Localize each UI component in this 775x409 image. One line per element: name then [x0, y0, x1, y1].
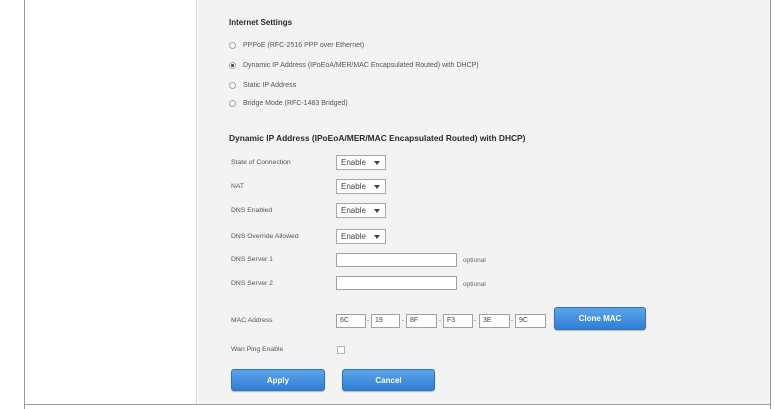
radio-button[interactable]: [229, 81, 236, 89]
dns-enabled-select[interactable]: Enable: [336, 203, 386, 218]
dns-server-1-label: DNS Server 1: [231, 256, 273, 263]
mac-separator: -: [439, 318, 441, 324]
dns-enabled-label: DNS Enabled: [231, 207, 273, 214]
dns-server-2-input[interactable]: [336, 276, 457, 290]
dynamic-ip-section-title: Dynamic IP Address (IPoEoA/MER/MAC Encap…: [229, 133, 526, 143]
dns-override-label: DNS Override Allowed: [231, 233, 299, 240]
mac-octet-6-input[interactable]: 9C: [515, 314, 546, 328]
radio-label-static-ip: Static IP Address: [243, 81, 297, 89]
state-of-connection-label: State of Connection: [231, 159, 291, 166]
state-of-connection-select[interactable]: Enable: [336, 155, 386, 170]
dns-override-value: Enable: [341, 232, 366, 241]
cancel-button[interactable]: Cancel: [342, 369, 435, 391]
nat-value: Enable: [341, 182, 366, 191]
nat-label: NAT: [231, 183, 245, 190]
radio-label-bridge-mode: Bridge Mode (RFC-1483 Bridged): [243, 99, 348, 107]
mac-octet-3-input[interactable]: 8F: [406, 314, 437, 328]
apply-button[interactable]: Apply: [231, 369, 325, 391]
mac-separator: -: [474, 318, 476, 324]
mac-separator: -: [402, 318, 404, 324]
wan-ping-enable-label: Wan Ping Enable: [231, 346, 284, 353]
radio-button[interactable]: [229, 99, 236, 107]
dns-enabled-value: Enable: [341, 206, 366, 215]
nat-select[interactable]: Enable: [336, 179, 386, 194]
radio-option-dynamic-ip[interactable]: Dynamic IP Address (IPoEoA/MER/MAC Encap…: [229, 59, 479, 71]
chevron-down-icon: [374, 235, 380, 239]
clone-mac-button[interactable]: Clone MAC: [554, 307, 646, 330]
frame-bottom-border: [24, 404, 771, 405]
dns-override-select[interactable]: Enable: [336, 229, 386, 244]
wan-ping-enable-checkbox[interactable]: [337, 346, 345, 354]
mac-separator: -: [367, 318, 369, 324]
chevron-down-icon: [374, 161, 380, 165]
radio-label-dynamic-ip: Dynamic IP Address (IPoEoA/MER/MAC Encap…: [243, 61, 479, 69]
mac-separator: -: [511, 318, 513, 324]
sidebar-panel: [25, 0, 197, 404]
dns-server-1-optional-hint: optional: [463, 257, 486, 264]
dns-server-2-label: DNS Server 2: [231, 280, 273, 287]
radio-option-bridge-mode[interactable]: Bridge Mode (RFC-1483 Bridged): [229, 97, 348, 109]
radio-label-pppoe: PPPoE (RFC-2516 PPP over Ethernet): [243, 41, 365, 49]
radio-button[interactable]: [229, 41, 236, 49]
frame-right-border: [770, 0, 771, 409]
internet-settings-title: Internet Settings: [229, 18, 293, 27]
mac-octet-1-input[interactable]: 6C: [336, 314, 366, 328]
chevron-down-icon: [374, 209, 380, 213]
state-of-connection-value: Enable: [341, 158, 366, 167]
dns-server-2-optional-hint: optional: [463, 281, 486, 288]
radio-option-pppoe[interactable]: PPPoE (RFC-2516 PPP over Ethernet): [229, 39, 364, 51]
mac-address-label: MAC Address: [231, 317, 273, 324]
mac-octet-5-input[interactable]: 3E: [479, 314, 510, 328]
mac-octet-2-input[interactable]: 19: [371, 314, 400, 328]
dns-server-1-input[interactable]: [336, 253, 457, 267]
radio-button-selected[interactable]: [229, 61, 236, 69]
mac-octet-4-input[interactable]: F3: [443, 314, 473, 328]
radio-option-static-ip[interactable]: Static IP Address: [229, 79, 296, 91]
chevron-down-icon: [374, 185, 380, 189]
